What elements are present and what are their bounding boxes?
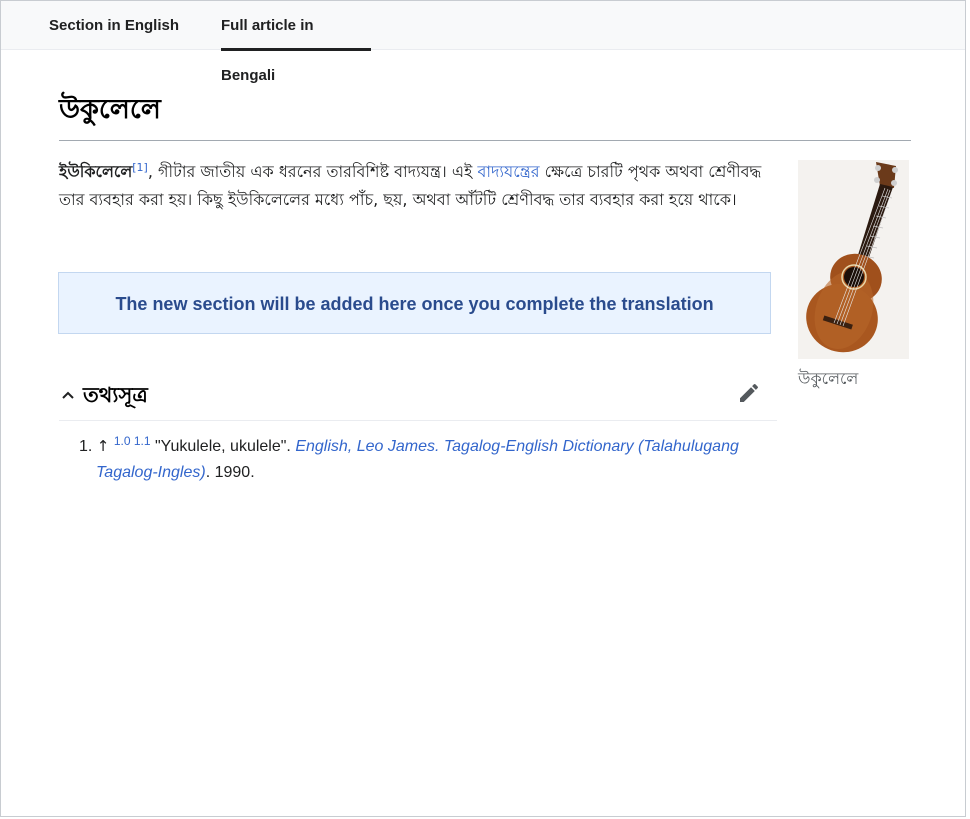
- reference-number: 1.: [79, 438, 93, 455]
- lead-term: ইউকিলেলে: [59, 162, 133, 181]
- reference-source-line1[interactable]: English, Leo James. Tagalog-English Dict…: [295, 438, 739, 455]
- translation-placeholder-notice: The new section will be added here once …: [58, 272, 771, 334]
- chevron-up-icon[interactable]: [61, 385, 75, 404]
- up-arrow-icon[interactable]: ↑: [97, 437, 110, 455]
- lead-text-part1: , গীটার জাতীয় এক ধরনের তারবিশিষ্ট বাদ্য…: [147, 162, 478, 181]
- tab-full-article-in-bengali[interactable]: Full article in Bengali: [221, 1, 371, 84]
- translation-panel: Section in English Full article in Benga…: [0, 0, 966, 817]
- infobox-figure: উকুলেলে: [798, 160, 910, 393]
- references-section-header: তথ্যসূত্র: [59, 373, 777, 421]
- tab-section-in-english[interactable]: Section in English: [49, 1, 179, 50]
- instrument-link[interactable]: বাদ্যযন্ত্রের: [477, 162, 539, 181]
- reference-quote: "Yukulele, ukulele".: [154, 438, 296, 455]
- reference-year: . 1990.: [205, 464, 255, 481]
- pencil-icon[interactable]: [737, 381, 761, 405]
- ukulele-image[interactable]: [798, 160, 909, 359]
- references-heading: তথ্যসূত্র: [83, 383, 148, 407]
- reference-item: 1. ↑ 1.0 1.1 "Yukulele, ukulele". Englis…: [79, 433, 759, 486]
- lead-paragraph: ইউকিলেলে[1], গীটার জাতীয় এক ধরনের তারবি…: [59, 158, 771, 214]
- ukulele-illustration: [798, 160, 909, 359]
- article-title: উকুলেলে: [59, 89, 911, 141]
- ref-mark-1[interactable]: [1]: [132, 161, 148, 174]
- tab-bar: Section in English Full article in Benga…: [1, 1, 965, 84]
- figure-caption: উকুলেলে: [798, 369, 859, 388]
- reference-source-line2[interactable]: Tagalog-Ingles): [96, 464, 206, 481]
- reference-list: 1. ↑ 1.0 1.1 "Yukulele, ukulele". Englis…: [79, 433, 759, 486]
- reference-backlinks[interactable]: 1.0 1.1: [114, 434, 151, 448]
